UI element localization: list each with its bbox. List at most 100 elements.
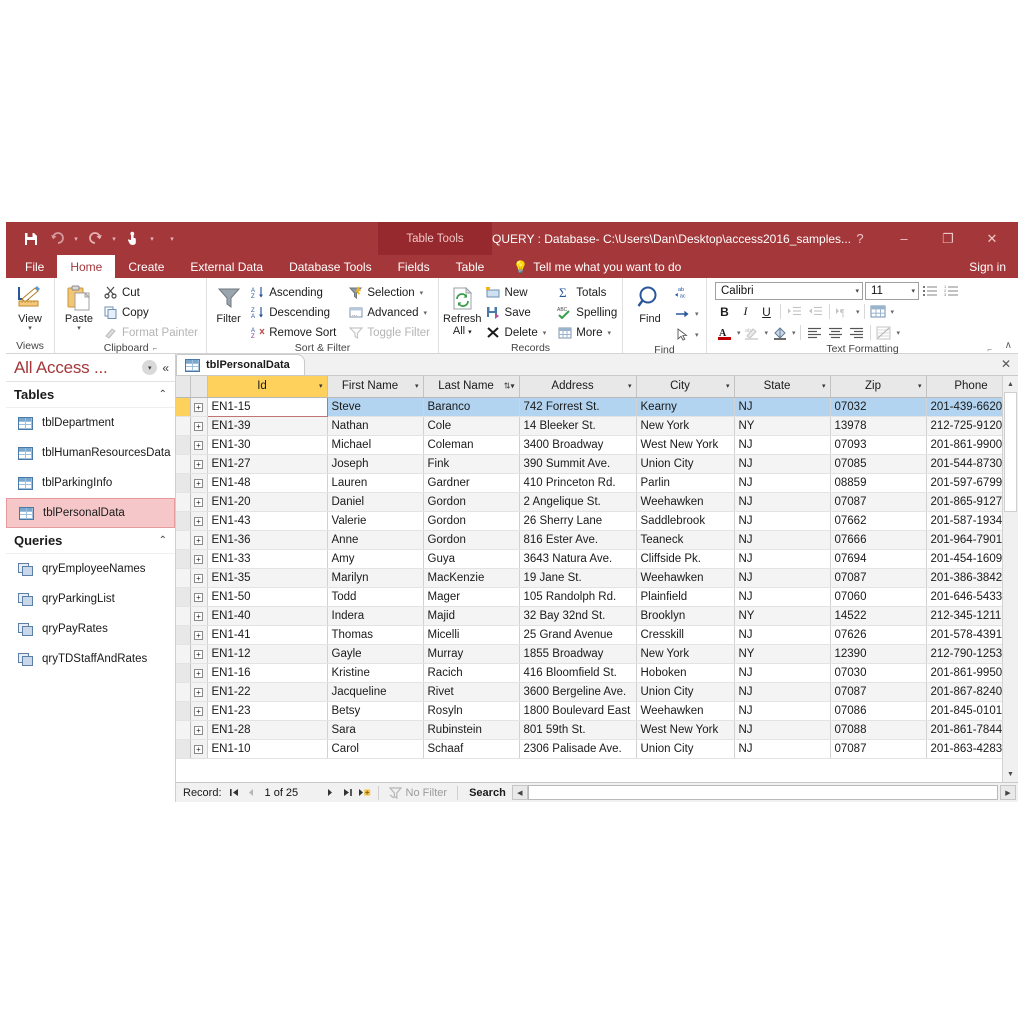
cell-first-name[interactable]: Steve — [327, 397, 423, 416]
cell-id[interactable]: EN1-23 — [207, 701, 327, 720]
filter-status[interactable]: No Filter — [384, 787, 453, 799]
hscroll-right-icon[interactable]: ▶ — [1000, 785, 1016, 800]
sidebar-item-tblhumanresourcesdata[interactable]: tblHumanResourcesData — [6, 438, 175, 468]
expand-subdatasheet-button[interactable]: + — [190, 606, 207, 625]
cell-first-name[interactable]: Kristine — [327, 663, 423, 682]
chevron-down-icon[interactable]: ▾ — [628, 382, 632, 390]
cell-state[interactable]: NJ — [734, 739, 830, 758]
chevron-up-icon[interactable]: ⌃ — [159, 389, 167, 400]
cell-id[interactable]: EN1-22 — [207, 682, 327, 701]
cell-id[interactable]: EN1-33 — [207, 549, 327, 568]
tab-fields[interactable]: Fields — [385, 255, 443, 278]
cell-state[interactable]: NJ — [734, 720, 830, 739]
cell-zip[interactable]: 07087 — [830, 739, 926, 758]
text-highlight-button[interactable]: ab — [743, 323, 762, 342]
text-direction-button[interactable]: ¶ — [834, 302, 853, 321]
cell-zip[interactable]: 12390 — [830, 644, 926, 663]
cell-address[interactable]: 19 Jane St. — [519, 568, 636, 587]
cut-button[interactable]: Cut — [99, 283, 202, 302]
cell-id[interactable]: EN1-28 — [207, 720, 327, 739]
increase-indent-button[interactable] — [785, 302, 804, 321]
cell-city[interactable]: Union City — [636, 739, 734, 758]
cell-city[interactable]: Weehawken — [636, 701, 734, 720]
expand-subdatasheet-button[interactable]: + — [190, 739, 207, 758]
cell-city[interactable]: New York — [636, 644, 734, 663]
alternate-row-color-button[interactable] — [875, 323, 894, 342]
table-row[interactable]: +EN1-16KristineRacich416 Bloomfield St.H… — [176, 663, 1002, 682]
sidebar-item-qrytdstaffandrates[interactable]: qryTDStaffAndRates — [6, 644, 175, 674]
scroll-up-icon[interactable]: ▲ — [1003, 376, 1019, 392]
cell-id[interactable]: EN1-35 — [207, 568, 327, 587]
cell-first-name[interactable]: Todd — [327, 587, 423, 606]
cell-city[interactable]: Plainfield — [636, 587, 734, 606]
view-dropdown-icon[interactable]: ▾ — [28, 326, 32, 332]
cell-zip[interactable]: 07030 — [830, 663, 926, 682]
chevron-down-icon[interactable]: ▾ — [918, 382, 922, 390]
cell-city[interactable]: Weehawken — [636, 492, 734, 511]
expand-subdatasheet-button[interactable]: + — [190, 511, 207, 530]
decrease-indent-button[interactable] — [806, 302, 825, 321]
cell-city[interactable]: Saddlebrook — [636, 511, 734, 530]
cell-phone[interactable]: 201-439-6620 — [926, 397, 1002, 416]
row-selector[interactable] — [176, 587, 190, 606]
row-selector[interactable] — [176, 530, 190, 549]
nav-group-tables[interactable]: Tables ⌃ — [6, 382, 175, 408]
replace-button[interactable]: abac — [673, 283, 701, 302]
expand-subdatasheet-button[interactable]: + — [190, 492, 207, 511]
sidebar-item-tblparkinginfo[interactable]: tblParkingInfo — [6, 468, 175, 498]
scrollbar-thumb[interactable] — [1004, 392, 1017, 512]
navigation-pane-dropdown-icon[interactable]: ▾ — [142, 360, 157, 375]
cell-address[interactable]: 1800 Boulevard East — [519, 701, 636, 720]
cell-address[interactable]: 3643 Natura Ave. — [519, 549, 636, 568]
row-selector[interactable] — [176, 606, 190, 625]
next-record-button[interactable] — [322, 784, 339, 802]
row-selector[interactable] — [176, 416, 190, 435]
cell-phone[interactable]: 201-964-7901 — [926, 530, 1002, 549]
search-input[interactable] — [528, 785, 998, 800]
column-header-first-name[interactable]: First Name ▾ — [327, 376, 423, 397]
cell-first-name[interactable]: Amy — [327, 549, 423, 568]
cell-city[interactable]: West New York — [636, 720, 734, 739]
chevron-down-icon[interactable]: ▾ — [726, 382, 730, 390]
cell-address[interactable]: 1855 Broadway — [519, 644, 636, 663]
cell-id[interactable]: EN1-12 — [207, 644, 327, 663]
font-name-dropdown-icon[interactable]: ▾ — [855, 287, 859, 295]
table-row[interactable]: +EN1-35MarilynMacKenzie19 Jane St.Weehaw… — [176, 568, 1002, 587]
chevron-down-icon[interactable]: ▾ — [415, 382, 419, 390]
text-direction-dropdown-icon[interactable]: ▾ — [856, 308, 860, 316]
cell-id[interactable]: EN1-50 — [207, 587, 327, 606]
numbering-button[interactable]: 123 — [942, 281, 961, 300]
cell-first-name[interactable]: Indera — [327, 606, 423, 625]
tab-table[interactable]: Table — [443, 255, 498, 278]
cell-state[interactable]: NJ — [734, 701, 830, 720]
minimize-icon[interactable]: – — [882, 222, 926, 255]
paste-button[interactable]: Paste ▾ — [59, 281, 99, 332]
cell-last-name[interactable]: Rivet — [423, 682, 519, 701]
cell-zip[interactable]: 07626 — [830, 625, 926, 644]
cell-address[interactable]: 105 Randolph Rd. — [519, 587, 636, 606]
row-selector[interactable] — [176, 682, 190, 701]
tab-file[interactable]: File — [12, 255, 57, 278]
cell-first-name[interactable]: Thomas — [327, 625, 423, 644]
cell-phone[interactable]: 201-587-1934 — [926, 511, 1002, 530]
row-selector[interactable] — [176, 511, 190, 530]
column-header-phone[interactable]: Phone ▾ — [926, 376, 1002, 397]
expand-subdatasheet-button[interactable]: + — [190, 587, 207, 606]
text-highlight-dropdown-icon[interactable]: ▾ — [765, 329, 769, 337]
cell-first-name[interactable]: Lauren — [327, 473, 423, 492]
cell-first-name[interactable]: Gayle — [327, 644, 423, 663]
cell-state[interactable]: NJ — [734, 397, 830, 416]
row-selector[interactable] — [176, 492, 190, 511]
cell-phone[interactable]: 212-345-1211 — [926, 606, 1002, 625]
cell-phone[interactable]: 212-790-1253 — [926, 644, 1002, 663]
cell-address[interactable]: 32 Bay 32nd St. — [519, 606, 636, 625]
cell-address[interactable]: 390 Summit Ave. — [519, 454, 636, 473]
cell-address[interactable]: 26 Sherry Lane — [519, 511, 636, 530]
cell-state[interactable]: NJ — [734, 663, 830, 682]
table-row[interactable]: +EN1-27JosephFink390 Summit Ave.Union Ci… — [176, 454, 1002, 473]
sort-descending-button[interactable]: ZA Descending — [246, 303, 340, 322]
expand-subdatasheet-button[interactable]: + — [190, 397, 207, 416]
cell-last-name[interactable]: Majid — [423, 606, 519, 625]
cell-phone[interactable]: 212-725-9120 — [926, 416, 1002, 435]
table-row[interactable]: +EN1-30MichaelColeman3400 BroadwayWest N… — [176, 435, 1002, 454]
